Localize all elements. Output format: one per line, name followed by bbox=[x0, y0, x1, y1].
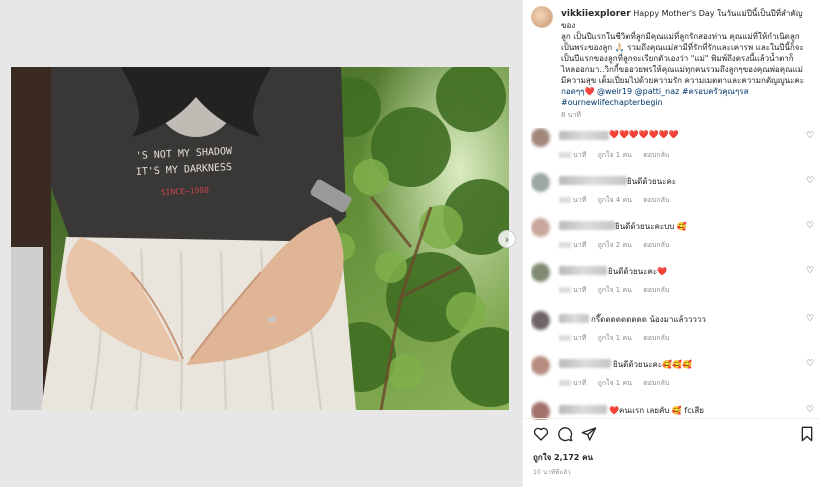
post-time: 8 นาที bbox=[561, 111, 582, 119]
comment-username-blurred[interactable] bbox=[559, 359, 611, 368]
comment-meta: นาที ถูกใจ 1 คน ตอบกลับ bbox=[559, 285, 678, 296]
caption-line: ลูก เป็นปีแรกในชีวิตที่ลูกมีคุณแม่ที่ลูก… bbox=[561, 32, 800, 41]
caption-line: มีความสุข เต็มเปี่ยมไปด้วยความรัก ความเม… bbox=[561, 76, 805, 85]
details-panel: vikkiiexplorer Happy Mother's Day ในวันแ… bbox=[522, 0, 820, 487]
bookmark-icon[interactable] bbox=[799, 426, 815, 442]
comment-list[interactable]: ❤️❤️❤️❤️❤️❤️❤️ นาที ถูกใจ 1 คน ตอบกลับ ♡… bbox=[531, 128, 815, 420]
comment-text: ยินดีด้วยนะคะ bbox=[627, 177, 677, 186]
divider bbox=[523, 418, 820, 419]
post-timestamp: 10 นาทีที่แล้ว bbox=[533, 469, 571, 476]
comment-time: นาที bbox=[573, 196, 587, 204]
comment-username-blurred[interactable] bbox=[559, 266, 607, 275]
caption-mentions[interactable]: กอดๆๆ❤️ @weir19 @patti_naz #ครอบครัวคุณๆ… bbox=[561, 87, 748, 96]
comment-text: กรี๊ดดดดดดดดด น้องมาแล้ววววว bbox=[591, 315, 706, 324]
comment-time: นาที bbox=[573, 241, 587, 249]
comment-avatar[interactable] bbox=[531, 128, 550, 147]
carousel-next-button[interactable]: › bbox=[498, 230, 516, 248]
comment-meta: นาที ถูกใจ 2 คน ตอบกลับ bbox=[559, 240, 678, 251]
post-modal: 'S NOT MY SHADOW IT'S MY DARKNESS SINCE—… bbox=[0, 0, 820, 487]
comment-icon[interactable] bbox=[557, 426, 573, 442]
comment-avatar[interactable] bbox=[531, 311, 550, 330]
comment-item: ยินดีด้วยนะคะ❤️ นาที ถูกใจ 1 คน ตอบกลับ … bbox=[531, 263, 815, 303]
caption-line: เป็นปีแรกของลูกที่ลูกจะเรียกตัวเองว่า "แ… bbox=[561, 54, 794, 63]
reply-button[interactable]: ตอบกลับ bbox=[643, 241, 669, 249]
comment-meta: นาที ถูกใจ 1 คน ตอบกลับ bbox=[559, 378, 678, 389]
comment-avatar[interactable] bbox=[531, 173, 550, 192]
heart-icon[interactable]: ♡ bbox=[806, 267, 815, 276]
photo-illustration: 'S NOT MY SHADOW IT'S MY DARKNESS SINCE—… bbox=[11, 67, 509, 410]
reply-button[interactable]: ตอบกลับ bbox=[643, 151, 669, 159]
media-panel: 'S NOT MY SHADOW IT'S MY DARKNESS SINCE—… bbox=[0, 0, 522, 487]
comment-username-blurred[interactable] bbox=[559, 176, 627, 185]
comment-time: นาที bbox=[573, 151, 587, 159]
heart-icon[interactable]: ♡ bbox=[806, 360, 815, 369]
comment-avatar[interactable] bbox=[531, 218, 550, 237]
comment-avatar[interactable] bbox=[531, 356, 550, 375]
heart-icon[interactable]: ♡ bbox=[806, 406, 815, 415]
action-bar bbox=[533, 426, 815, 444]
comment-time: นาที bbox=[573, 334, 587, 342]
heart-icon[interactable]: ♡ bbox=[806, 222, 815, 231]
comment-likes[interactable]: ถูกใจ 2 คน bbox=[598, 241, 632, 249]
post-photo[interactable]: 'S NOT MY SHADOW IT'S MY DARKNESS SINCE—… bbox=[11, 67, 509, 410]
caption: vikkiiexplorer Happy Mother's Day ในวันแ… bbox=[561, 8, 813, 108]
comment-text: ❤️❤️❤️❤️❤️❤️❤️ bbox=[609, 130, 679, 139]
comment-likes[interactable]: ถูกใจ 1 คน bbox=[598, 151, 632, 159]
comment-meta: นาที ถูกใจ 1 คน ตอบกลับ bbox=[559, 333, 678, 344]
reply-button[interactable]: ตอบกลับ bbox=[643, 286, 669, 294]
caption-line: เป็นพระของลูก 🙏🏻 รวมถึงคุณแม่สามีที่รักท… bbox=[561, 43, 804, 52]
comment-time: นาที bbox=[573, 286, 587, 294]
comment-item: ❤️❤️❤️❤️❤️❤️❤️ นาที ถูกใจ 1 คน ตอบกลับ ♡ bbox=[531, 128, 815, 168]
heart-icon[interactable]: ♡ bbox=[806, 132, 815, 141]
comment-avatar[interactable] bbox=[531, 263, 550, 282]
comment-item: กรี๊ดดดดดดดดด น้องมาแล้ววววว นาที ถูกใจ … bbox=[531, 311, 815, 351]
comment-item: ยินดีด้วยนะคะบบ 🥰 นาที ถูกใจ 2 คน ตอบกลั… bbox=[531, 218, 815, 258]
comment-text: ยินดีด้วยนะคะ❤️ bbox=[608, 267, 668, 276]
like-count[interactable]: ถูกใจ 2,172 คน bbox=[533, 451, 593, 464]
comment-likes[interactable]: ถูกใจ 1 คน bbox=[598, 334, 632, 342]
avatar[interactable] bbox=[531, 6, 553, 28]
comment-username-blurred[interactable] bbox=[559, 131, 609, 140]
reply-button[interactable]: ตอบกลับ bbox=[643, 379, 669, 387]
caption-line: ไหลออกมา..วิกกี้ขออวยพรให้คุณแม่ทุกคนรวม… bbox=[561, 65, 803, 74]
comment-text: ยินดีด้วยนะคะ🥰🥰🥰 bbox=[613, 360, 693, 369]
reply-button[interactable]: ตอบกลับ bbox=[643, 334, 669, 342]
caption-hashtag[interactable]: #ournewlifechapterbegin bbox=[561, 98, 663, 107]
comment-username-blurred[interactable] bbox=[559, 314, 589, 323]
heart-icon[interactable]: ♡ bbox=[806, 177, 815, 186]
comment-item: ยินดีด้วยนะคะ🥰🥰🥰 นาที ถูกใจ 1 คน ตอบกลับ… bbox=[531, 356, 815, 396]
comment-text: ยินดีด้วยนะคะบบ 🥰 bbox=[615, 222, 687, 231]
comment-username-blurred[interactable] bbox=[559, 221, 615, 230]
comment-text: ❤️คนแรก เลยคับ 🥰 fcเสีย bbox=[609, 406, 704, 415]
comment-item: ยินดีด้วยนะคะ นาที ถูกใจ 4 คน ตอบกลับ ♡ bbox=[531, 173, 815, 213]
share-icon[interactable] bbox=[581, 426, 597, 442]
heart-icon[interactable] bbox=[533, 426, 549, 442]
comment-likes[interactable]: ถูกใจ 1 คน bbox=[598, 286, 632, 294]
post-username[interactable]: vikkiiexplorer bbox=[561, 9, 631, 19]
comment-meta: นาที ถูกใจ 4 คน ตอบกลับ bbox=[559, 195, 678, 206]
reply-button[interactable]: ตอบกลับ bbox=[643, 196, 669, 204]
comment-likes[interactable]: ถูกใจ 1 คน bbox=[598, 379, 632, 387]
heart-icon[interactable]: ♡ bbox=[806, 315, 815, 324]
comment-time: นาที bbox=[573, 379, 587, 387]
comment-likes[interactable]: ถูกใจ 4 คน bbox=[598, 196, 632, 204]
comment-meta: นาที ถูกใจ 1 คน ตอบกลับ bbox=[559, 150, 678, 161]
chevron-right-icon: › bbox=[504, 232, 510, 246]
comment-username-blurred[interactable] bbox=[559, 405, 607, 414]
